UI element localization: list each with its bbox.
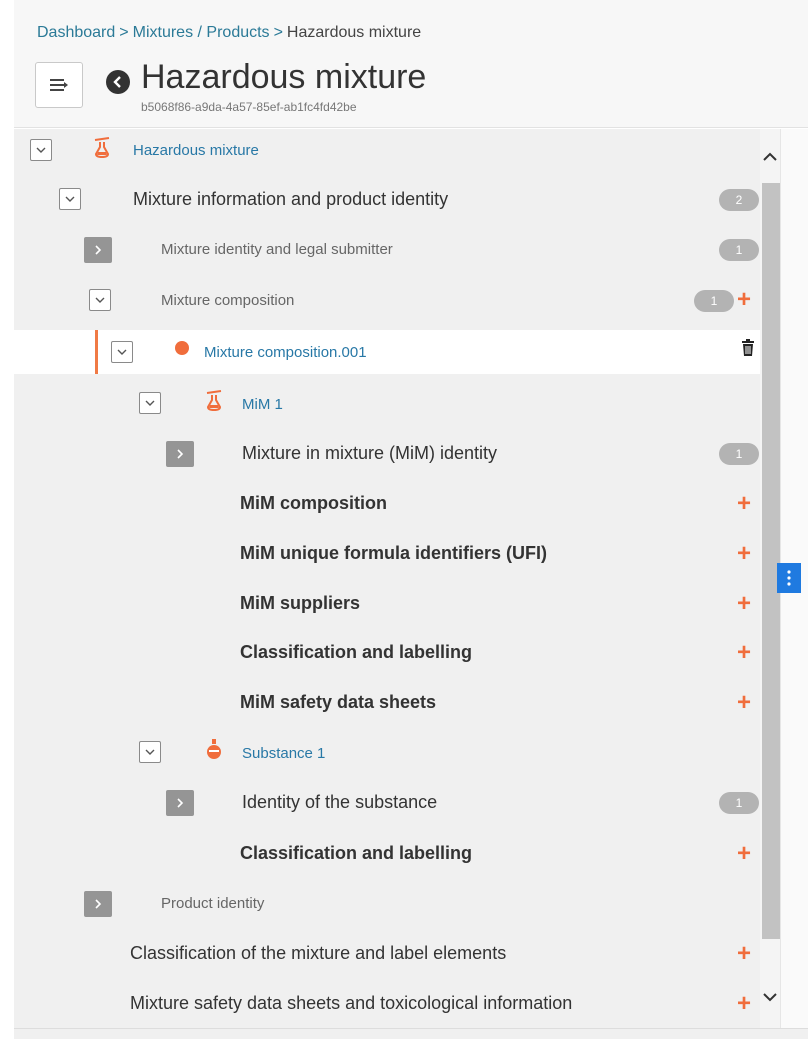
add-icon[interactable]: +: [737, 691, 751, 715]
chevron-down-icon[interactable]: [111, 341, 133, 363]
count-badge: 1: [719, 239, 759, 261]
breadcrumb-separator: >: [273, 24, 283, 41]
document-tree: Hazardous mixture Mixture information an…: [14, 129, 760, 1028]
tree-row-mim-1[interactable]: MiM 1: [14, 382, 760, 426]
chevron-right-icon[interactable]: [166, 790, 194, 816]
tree-row-mim-identity[interactable]: Mixture in mixture (MiM) identity 1: [14, 432, 760, 476]
breadcrumb: Dashboard > Mixtures / Products > Hazardous …: [37, 24, 421, 42]
count-badge: 1: [719, 792, 759, 814]
chevron-right-icon[interactable]: [84, 891, 112, 917]
add-icon[interactable]: +: [737, 592, 751, 616]
breadcrumb-dashboard[interactable]: Dashboard: [37, 24, 115, 41]
tree-row-mixture-sds[interactable]: Mixture safety data sheets and toxicolog…: [14, 982, 760, 1026]
tree-row-product-identity[interactable]: Product identity: [14, 882, 760, 926]
selection-indicator: [95, 330, 98, 374]
tree-label-classification-mixture[interactable]: Classification of the mixture and label …: [130, 943, 506, 964]
breadcrumb-separator: >: [119, 24, 129, 41]
tree-label-mixture-info[interactable]: Mixture information and product identity: [133, 189, 448, 210]
add-icon[interactable]: +: [737, 492, 751, 516]
tree-label-mim-sds[interactable]: MiM safety data sheets: [240, 692, 436, 713]
tree-label-mim-classification[interactable]: Classification and labelling: [240, 642, 472, 663]
chevron-down-icon[interactable]: [139, 741, 161, 763]
add-icon[interactable]: +: [737, 288, 751, 312]
chevron-down-icon[interactable]: [59, 188, 81, 210]
tree-label-mim-1[interactable]: MiM 1: [242, 396, 283, 413]
page-header: Dashboard > Mixtures / Products > Hazardous …: [14, 0, 808, 128]
scrollbar-thumb[interactable]: [762, 183, 780, 939]
tree-row-composition-001[interactable]: Mixture composition.001: [14, 330, 760, 374]
tree-row-mixture-info[interactable]: Mixture information and product identity…: [14, 178, 760, 222]
add-icon[interactable]: +: [737, 992, 751, 1016]
tree-row-mim-classification[interactable]: Classification and labelling +: [14, 631, 760, 675]
chevron-up-icon[interactable]: [761, 149, 779, 165]
tree-row-substance-1[interactable]: Substance 1: [14, 731, 760, 775]
tree-row-substance-identity[interactable]: Identity of the substance 1: [14, 781, 760, 825]
tree-row-mim-composition[interactable]: MiM composition +: [14, 482, 760, 526]
page-uuid: b5068f86-a9da-4a57-85ef-ab1fc4fd42be: [141, 100, 357, 114]
chevron-down-icon[interactable]: [139, 392, 161, 414]
tree-row-mim-suppliers[interactable]: MiM suppliers +: [14, 582, 760, 626]
tree-label-product-identity[interactable]: Product identity: [161, 895, 264, 912]
tree-row-substance-classification[interactable]: Classification and labelling +: [14, 832, 760, 876]
tree-label-mixture-sds[interactable]: Mixture safety data sheets and toxicolog…: [130, 993, 572, 1014]
tree-label-mim-composition[interactable]: MiM composition: [240, 493, 387, 514]
tree-label-substance-classification[interactable]: Classification and labelling: [240, 843, 472, 864]
breadcrumb-mixtures-products[interactable]: Mixtures / Products: [133, 24, 270, 41]
record-dot-icon: [174, 340, 190, 356]
tree-label-mim-identity[interactable]: Mixture in mixture (MiM) identity: [242, 443, 497, 464]
tree-row-mixture-composition[interactable]: Mixture composition 1 +: [14, 279, 760, 323]
count-badge: 2: [719, 189, 759, 211]
substance-flask-icon: [205, 738, 223, 760]
tree-label-composition-001[interactable]: Mixture composition.001: [204, 344, 367, 361]
tree-row-mim-ufi[interactable]: MiM unique formula identifiers (UFI) +: [14, 532, 760, 576]
tree-row-mixture-identity[interactable]: Mixture identity and legal submitter 1: [14, 228, 760, 272]
tree-row-classification-mixture[interactable]: Classification of the mixture and label …: [14, 932, 760, 976]
tree-label-substance-identity[interactable]: Identity of the substance: [242, 792, 437, 813]
tree-label-mim-suppliers[interactable]: MiM suppliers: [240, 593, 360, 614]
left-edge: [0, 0, 14, 1039]
chevron-down-icon[interactable]: [89, 289, 111, 311]
panel-resize-handle[interactable]: [777, 563, 801, 593]
tree-label-mixture-composition[interactable]: Mixture composition: [161, 292, 294, 309]
count-badge: 1: [694, 290, 734, 312]
count-badge: 1: [719, 443, 759, 465]
add-icon[interactable]: +: [737, 542, 751, 566]
add-icon[interactable]: +: [737, 842, 751, 866]
tree-menu-button[interactable]: [35, 62, 83, 108]
add-icon[interactable]: +: [737, 942, 751, 966]
page-title: Hazardous mixture: [141, 58, 427, 96]
tree-label-root[interactable]: Hazardous mixture: [133, 142, 259, 159]
tree-row-root[interactable]: Hazardous mixture: [14, 129, 760, 173]
tree-label-mixture-identity[interactable]: Mixture identity and legal submitter: [161, 241, 393, 258]
tree-label-substance-1[interactable]: Substance 1: [242, 745, 325, 762]
chevron-down-icon[interactable]: [30, 139, 52, 161]
chevron-right-icon[interactable]: [166, 441, 194, 467]
breadcrumb-current: Hazardous mixture: [286, 24, 422, 41]
tree-label-mim-ufi[interactable]: MiM unique formula identifiers (UFI): [240, 543, 547, 564]
more-vertical-icon: [787, 570, 791, 586]
chevron-right-icon[interactable]: [84, 237, 112, 263]
trash-icon[interactable]: [741, 339, 755, 357]
footer-bar: [14, 1028, 808, 1039]
mixture-flask-icon: [204, 390, 224, 412]
menu-lines-icon: [50, 79, 68, 91]
chevron-down-icon[interactable]: [761, 989, 779, 1005]
back-icon[interactable]: [106, 70, 130, 94]
tree-row-mim-sds[interactable]: MiM safety data sheets +: [14, 681, 760, 725]
mixture-flask-icon: [92, 137, 112, 159]
add-icon[interactable]: +: [737, 641, 751, 665]
